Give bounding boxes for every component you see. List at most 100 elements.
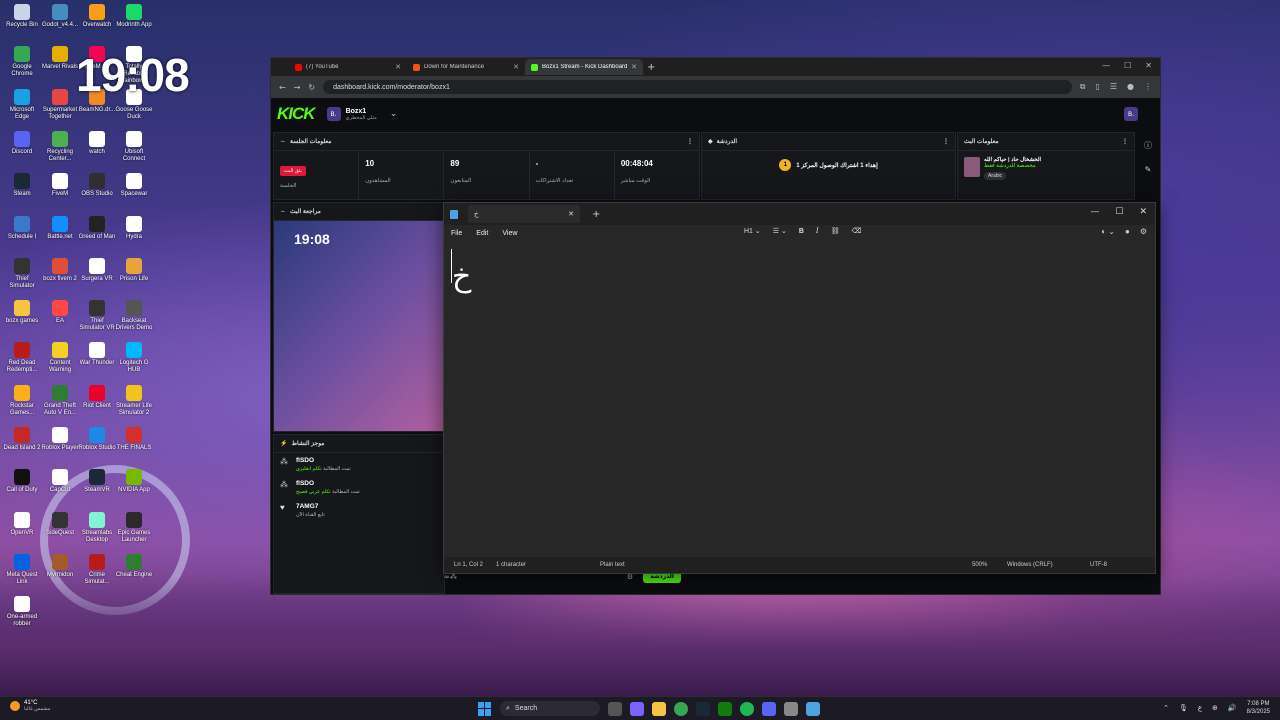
panel-menu-icon[interactable]: ⋮	[1122, 138, 1128, 145]
panel-menu-icon[interactable]: ⋮	[943, 138, 949, 145]
stream-category[interactable]: مخصصة للدردشة فقط	[984, 163, 1041, 169]
discord-taskbar-icon[interactable]	[762, 701, 776, 716]
desktop-icon[interactable]: bozx fivem 2	[40, 257, 80, 283]
steam-icon[interactable]	[696, 701, 710, 716]
desktop-icon[interactable]: Google Chrome	[2, 46, 42, 78]
info-icon[interactable]: ⓘ	[1144, 140, 1152, 151]
live-badge[interactable]: بثق البث	[280, 166, 306, 176]
clock[interactable]: 7:08 PM 8/3/2025	[1247, 700, 1270, 716]
desktop-icon[interactable]: Discord	[2, 130, 42, 156]
back-icon[interactable]: ←	[279, 83, 286, 92]
desktop-icon[interactable]: SteamVR	[77, 469, 117, 494]
desktop-icon[interactable]: Surgera VR	[77, 257, 117, 283]
mic-icon[interactable]: 🎙	[1179, 704, 1188, 712]
browser-tab-youtube[interactable]: (7) YouTube ✕	[289, 59, 407, 75]
taskbar-search[interactable]: ⌕ Search	[500, 701, 600, 716]
desktop-icon[interactable]: Epic Games Launcher	[114, 511, 154, 544]
notepad-editor[interactable]: خ	[444, 241, 1155, 557]
task-view-icon[interactable]	[608, 701, 622, 716]
browser-tab-maintenance[interactable]: Down for Maintenance ✕	[407, 59, 525, 75]
desktop-icon[interactable]: CapCut	[40, 469, 80, 494]
copilot-icon[interactable]: ◐ ⌄	[1101, 227, 1115, 236]
desktop-icon[interactable]: Modrinth App	[114, 4, 154, 29]
desktop-icon[interactable]: Recycling Center...	[40, 130, 80, 163]
profile-icon[interactable]: ●	[1127, 82, 1134, 92]
desktop-icon[interactable]: Logitech G HUB	[114, 342, 154, 374]
list-icon[interactable]: ☰ ⌄	[773, 227, 787, 235]
desktop-icon[interactable]: Godot_v4.4...	[40, 4, 80, 29]
chevron-down-icon[interactable]: ⌄	[390, 109, 398, 119]
desktop-icon[interactable]: OpenVR	[2, 511, 42, 537]
desktop-icon[interactable]: Thief Simulator	[2, 257, 42, 290]
maximize-icon[interactable]: ☐	[1124, 61, 1131, 70]
line-ending[interactable]: Windows (CRLF)	[1007, 562, 1053, 568]
desktop-icon[interactable]: War Thunder	[77, 342, 117, 367]
close-tab-icon[interactable]: ✕	[513, 63, 519, 71]
close-tab-icon[interactable]: ✕	[395, 63, 401, 71]
file-explorer-icon[interactable]	[652, 701, 666, 716]
activity-item[interactable]: ⁂ flSDO تمت المطالبة تكلم انقليزي	[280, 457, 438, 472]
forward-icon[interactable]: →	[294, 83, 301, 92]
kick-logo[interactable]: KICK	[277, 104, 316, 124]
desktop-icon[interactable]: Crime Simulat...	[77, 553, 117, 586]
settings-icon[interactable]: ⚙	[1140, 227, 1147, 236]
desktop-icon[interactable]: NVIDIA App	[114, 469, 154, 494]
reload-icon[interactable]: ↻	[308, 83, 315, 92]
pinned-message[interactable]: 1 إهداء 1 اشتراك الوصول المركز 1	[702, 151, 955, 171]
link-icon[interactable]: ⛓	[831, 227, 840, 235]
notepad-tab[interactable]: خ ✕	[468, 205, 580, 223]
close-icon[interactable]: ✕	[1139, 207, 1147, 217]
encoding[interactable]: UTF-8	[1090, 562, 1107, 568]
desktop-icon[interactable]: One-armed robber	[2, 596, 42, 628]
desktop-icon[interactable]: Microsoft Edge	[2, 88, 42, 121]
spotify-icon[interactable]	[740, 701, 754, 716]
desktop-icon[interactable]: Roblox Player	[40, 427, 80, 452]
edit-icon[interactable]: ✎	[1145, 165, 1152, 174]
desktop-icon[interactable]: Streamlabs Desktop	[77, 511, 117, 544]
desktop-icon[interactable]: Greed of Man	[77, 215, 117, 241]
app-icon[interactable]	[784, 701, 798, 716]
desktop-icon[interactable]: Spacewar	[114, 173, 154, 198]
channel-selector[interactable]: B. Bozx1 مثلي المحطري ⌄	[326, 107, 398, 121]
zoom-level[interactable]: 500%	[972, 562, 987, 568]
desktop-icon[interactable]: EA	[40, 300, 80, 325]
desktop-icon[interactable]: Hydra	[114, 215, 154, 241]
desktop-icon[interactable]: Thief Simulator VR	[77, 300, 117, 332]
desktop-icon[interactable]: Streamer Life Simulator 2	[114, 384, 154, 417]
clear-format-icon[interactable]: ⌫	[852, 227, 862, 235]
weather-widget[interactable]: 41°C مشمس غالبا	[10, 700, 51, 712]
expand-icon[interactable]: ⇔	[280, 139, 286, 145]
minimize-icon[interactable]: —	[1090, 207, 1099, 217]
desktop-icon[interactable]: Red Dead Redempti...	[2, 342, 42, 374]
new-tab-button[interactable]: +	[647, 62, 655, 73]
desktop-icon[interactable]: Cheat Engine	[114, 553, 154, 579]
desktop-icon[interactable]: Marvel Rivals	[40, 46, 80, 71]
notepad-taskbar-icon[interactable]	[806, 701, 820, 716]
menu-edit[interactable]: Edit	[476, 230, 488, 237]
desktop-icon[interactable]: Roblox Studio	[77, 427, 117, 452]
user-avatar[interactable]: B.	[1124, 107, 1138, 121]
start-button[interactable]	[478, 701, 492, 716]
desktop-icon[interactable]: Schedule I	[2, 215, 42, 241]
language-indicator[interactable]: ع	[1198, 704, 1202, 712]
desktop-icon[interactable]: Content Warning	[40, 342, 80, 374]
desktop-icon[interactable]: Myrmidon	[40, 553, 80, 579]
bold-icon[interactable]: B	[799, 228, 804, 235]
activity-item[interactable]: ♥ 7AMG7 تابع القناة الآن	[280, 503, 438, 518]
browser-tab-kick[interactable]: Bozx1 Stream - Kick Dashboard ✕	[525, 59, 643, 75]
network-icon[interactable]: ⊕	[1212, 704, 1218, 712]
desktop-icon[interactable]: Meta Quest Link	[2, 553, 42, 586]
desktop-icon[interactable]: Call of Duty	[2, 469, 42, 494]
close-tab-icon[interactable]: ✕	[631, 63, 637, 71]
desktop-icon[interactable]: Overwatch	[77, 4, 117, 29]
sidebar-icon[interactable]: ▯	[1095, 82, 1099, 92]
close-tab-icon[interactable]: ✕	[568, 210, 574, 218]
activity-item[interactable]: ⁂ flSDO تمت المطالبة تكلم عربي فصيح	[280, 480, 438, 495]
desktop-icon[interactable]: bozx games	[2, 300, 42, 325]
account-icon[interactable]: ●	[1125, 227, 1130, 236]
volume-icon[interactable]: 🔊	[1228, 704, 1237, 712]
desktop-icon[interactable]: Backseat Drivers Demo	[114, 300, 154, 332]
desktop-icon[interactable]: THE FINALS	[114, 427, 154, 452]
desktop-icon[interactable]: Recycle Bin	[2, 4, 42, 29]
desktop-icon[interactable]: FiveM	[40, 173, 80, 198]
